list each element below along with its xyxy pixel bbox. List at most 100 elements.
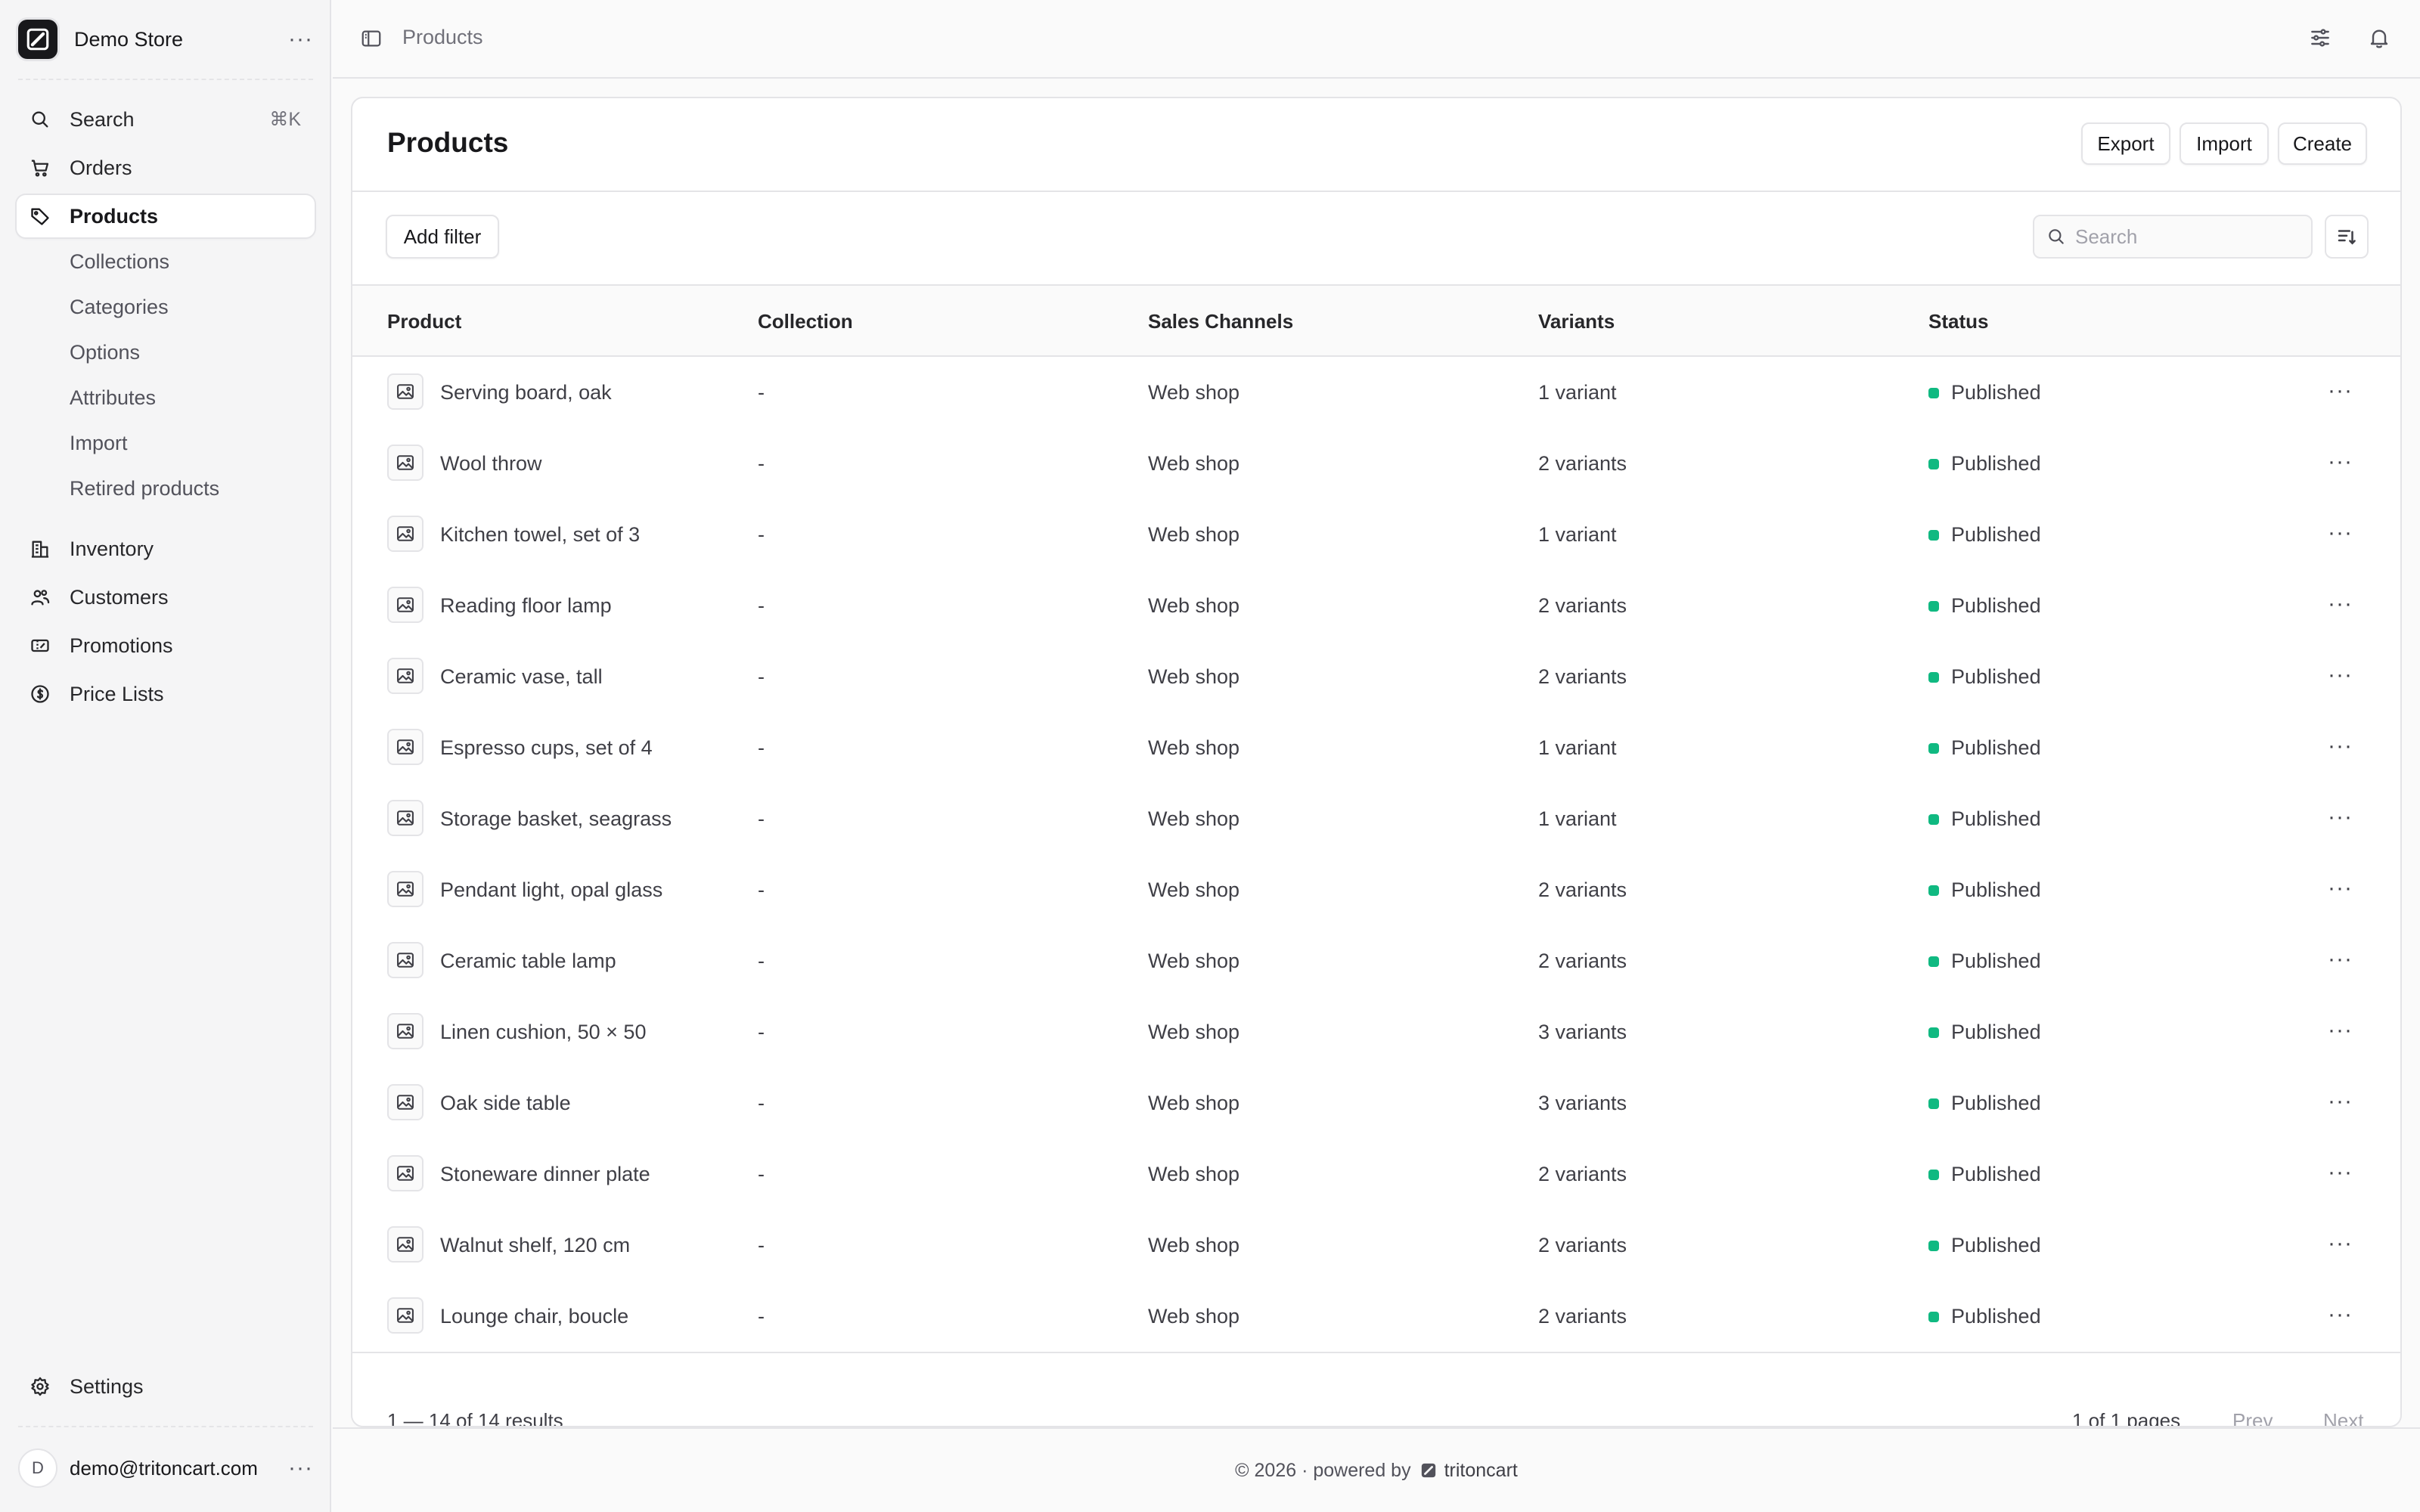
- product-collection: -: [758, 381, 765, 404]
- table-row[interactable]: Reading floor lamp - Web shop 2 variants Pub…: [352, 570, 2400, 643]
- row-actions-icon[interactable]: ···: [2328, 806, 2353, 829]
- product-name[interactable]: Oak side table: [440, 1092, 571, 1115]
- row-actions-icon[interactable]: ···: [2328, 1161, 2353, 1184]
- product-variants: 1 variant: [1538, 523, 1617, 546]
- products-card: Products Export Import Create Add filter…: [351, 97, 2402, 1427]
- status-dot: [1928, 813, 1939, 825]
- product-collection: -: [758, 1021, 765, 1043]
- sidebar-subitem-import[interactable]: Import: [70, 426, 128, 460]
- image-icon: [387, 1297, 424, 1334]
- sliders-icon[interactable]: [2308, 26, 2332, 54]
- product-name[interactable]: Kitchen towel, set of 3: [440, 523, 640, 547]
- table-row[interactable]: Walnut shelf, 120 cm - Web shop 2 variants P…: [352, 1210, 2400, 1282]
- sidebar-item-search[interactable]: Search ⌘K: [17, 98, 315, 141]
- table-row[interactable]: Stoneware dinner plate - Web shop 2 variant…: [352, 1139, 2400, 1211]
- sidebar-item-promotions[interactable]: Promotions: [17, 624, 315, 667]
- table-row[interactable]: Wool throw - Web shop 2 variants Published ··…: [352, 428, 2400, 500]
- sidebar-subitem-collections[interactable]: Collections: [70, 245, 169, 278]
- status-badge: Published: [1928, 1163, 2041, 1186]
- product-collection: -: [758, 1092, 765, 1114]
- sidebar-item-orders[interactable]: Orders: [17, 147, 315, 189]
- table-row[interactable]: Espresso cups, set of 4 - Web shop 1 varian…: [352, 712, 2400, 785]
- row-actions-icon[interactable]: ···: [2328, 451, 2353, 473]
- product-name[interactable]: Storage basket, seagrass: [440, 807, 672, 831]
- user-menu-icon[interactable]: ···: [288, 1457, 313, 1479]
- sidebar-item-settings[interactable]: Settings: [17, 1365, 315, 1408]
- product-name[interactable]: Pendant light, opal glass: [440, 878, 662, 902]
- sidebar-subitem-retired-products[interactable]: Retired products: [70, 472, 219, 505]
- row-actions-icon[interactable]: ···: [2328, 1232, 2353, 1255]
- ticket-icon: [27, 633, 53, 658]
- row-actions-icon[interactable]: ···: [2328, 735, 2353, 758]
- search-input[interactable]: [2075, 225, 2294, 249]
- product-name[interactable]: Wool throw: [440, 452, 542, 476]
- bell-icon[interactable]: [2367, 26, 2391, 54]
- sidebar-subitem-categories[interactable]: Categories: [70, 290, 169, 324]
- sidebar-item-customers[interactable]: Customers: [17, 576, 315, 618]
- breadcrumb[interactable]: Products: [402, 26, 483, 49]
- footer-brand[interactable]: tritoncart: [1420, 1460, 1518, 1482]
- import-button[interactable]: Import: [2180, 122, 2269, 165]
- create-button[interactable]: Create: [2278, 122, 2367, 165]
- product-name[interactable]: Reading floor lamp: [440, 594, 612, 618]
- footer: © 2026 · powered by tritoncart: [333, 1427, 2420, 1512]
- sidebar-item-price-lists[interactable]: Price Lists: [17, 673, 315, 715]
- product-name[interactable]: Linen cushion, 50 × 50: [440, 1021, 646, 1044]
- column-header-collection[interactable]: Collection: [758, 310, 853, 333]
- row-actions-icon[interactable]: ···: [2328, 522, 2353, 544]
- row-actions-icon[interactable]: ···: [2328, 948, 2353, 971]
- export-button[interactable]: Export: [2081, 122, 2170, 165]
- table-row[interactable]: Oak side table - Web shop 3 variants Publish…: [352, 1067, 2400, 1140]
- table-row[interactable]: Pendant light, opal glass - Web shop 2 vari…: [352, 854, 2400, 927]
- sidebar-subitem-options[interactable]: Options: [70, 336, 140, 369]
- product-name[interactable]: Espresso cups, set of 4: [440, 736, 653, 760]
- results-count: 1 — 14 of 14 results: [387, 1409, 563, 1427]
- user-menu[interactable]: D demo@tritoncart.com ···: [18, 1447, 313, 1489]
- status-label: Published: [1951, 1092, 2041, 1114]
- table-row[interactable]: Linen cushion, 50 × 50 - Web shop 3 variant…: [352, 996, 2400, 1069]
- prev-page-button[interactable]: Prev: [2232, 1409, 2273, 1426]
- table-row[interactable]: Serving board, oak - Web shop 1 variant Publ…: [352, 357, 2400, 429]
- product-name[interactable]: Lounge chair, boucle: [440, 1305, 628, 1328]
- status-dot: [1928, 600, 1939, 612]
- footer-brand-name: tritoncart: [1444, 1459, 1518, 1481]
- product-name[interactable]: Walnut shelf, 120 cm: [440, 1234, 630, 1257]
- product-name[interactable]: Ceramic table lamp: [440, 950, 616, 973]
- table-row[interactable]: Lounge chair, boucle - Web shop 2 variants P…: [352, 1281, 2400, 1353]
- store-menu-icon[interactable]: ···: [288, 28, 313, 51]
- tritoncart-logo-icon: [1420, 1462, 1437, 1479]
- status-badge: Published: [1928, 1234, 2041, 1257]
- row-actions-icon[interactable]: ···: [2328, 1019, 2353, 1042]
- table-row[interactable]: Kitchen towel, set of 3 - Web shop 1 varian…: [352, 499, 2400, 572]
- row-actions-icon[interactable]: ···: [2328, 1303, 2353, 1326]
- sidebar-toggle-icon[interactable]: [360, 27, 383, 54]
- product-name[interactable]: Serving board, oak: [440, 381, 612, 404]
- store-switcher[interactable]: Demo Store ···: [18, 18, 313, 60]
- next-page-button[interactable]: Next: [2323, 1409, 2363, 1426]
- table-row[interactable]: Ceramic vase, tall - Web shop 2 variants Pub…: [352, 641, 2400, 714]
- sidebar-item-products[interactable]: Products: [17, 195, 315, 237]
- sort-button[interactable]: [2325, 215, 2369, 259]
- status-dot: [1928, 387, 1939, 398]
- column-header-status[interactable]: Status: [1928, 310, 1988, 333]
- row-actions-icon[interactable]: ···: [2328, 664, 2353, 686]
- column-header-variants[interactable]: Variants: [1538, 310, 1615, 333]
- product-variants: 1 variant: [1538, 381, 1617, 404]
- table-row[interactable]: Storage basket, seagrass - Web shop 1 varia…: [352, 783, 2400, 856]
- row-actions-icon[interactable]: ···: [2328, 1090, 2353, 1113]
- row-actions-icon[interactable]: ···: [2328, 877, 2353, 900]
- product-collection: -: [758, 1163, 765, 1185]
- product-sales-channel: Web shop: [1148, 736, 1240, 759]
- add-filter-button[interactable]: Add filter: [386, 215, 499, 259]
- column-header-product[interactable]: Product: [387, 310, 461, 333]
- table-row[interactable]: Ceramic table lamp - Web shop 2 variants Pub…: [352, 925, 2400, 998]
- sidebar-subitem-attributes[interactable]: Attributes: [70, 381, 156, 414]
- row-actions-icon[interactable]: ···: [2328, 380, 2353, 402]
- search-field[interactable]: [2033, 215, 2313, 259]
- row-actions-icon[interactable]: ···: [2328, 593, 2353, 615]
- sidebar-item-inventory[interactable]: Inventory: [17, 528, 315, 570]
- column-header-sales-channels[interactable]: Sales Channels: [1148, 310, 1293, 333]
- product-collection: -: [758, 1234, 765, 1256]
- product-name[interactable]: Ceramic vase, tall: [440, 665, 603, 689]
- product-name[interactable]: Stoneware dinner plate: [440, 1163, 650, 1186]
